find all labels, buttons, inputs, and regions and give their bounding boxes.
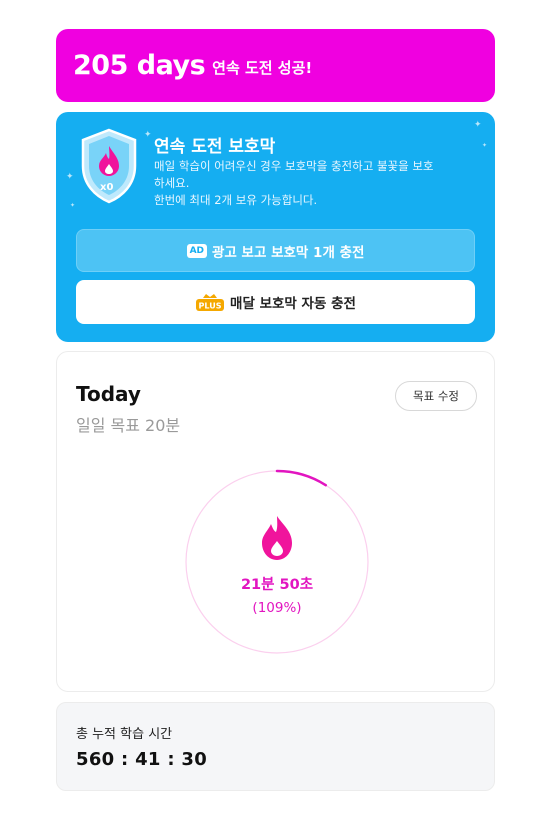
plus-badge-text: PLUS	[199, 302, 222, 311]
studied-time: 21분 50초	[240, 577, 314, 593]
goal-percent: (109%)	[252, 600, 302, 616]
today-card: Today 일일 목표 20분 목표 수정 21분 50초 (109%)	[56, 351, 495, 692]
progress-ring	[185, 469, 369, 654]
shield-title: 연속 도전 보호막	[154, 137, 276, 157]
sparkle-icon: ✦	[70, 202, 76, 209]
flame-icon	[262, 516, 292, 560]
shield-desc-line: 한번에 최대 2개 보유 가능합니다.	[154, 193, 318, 207]
sparkle-icon: ✦	[144, 130, 152, 140]
today-title: Today	[76, 382, 141, 406]
plus-crown-icon: PLUS	[196, 294, 225, 311]
daily-goal: 일일 목표 20분	[76, 416, 181, 435]
sparkle-icon: ✦	[474, 120, 482, 130]
shield-card: ✦ ✦ ✦ ✦ ✦ x0 연속 도전 보호막 매일 학습이 어려우신 경우 보호…	[56, 112, 495, 342]
shield-count: x0	[100, 182, 114, 193]
shield-desc-line: 매일 학습이 어려우신 경우 보호막을 충전하고 불꽃을 보호	[154, 159, 434, 173]
shield-description: 매일 학습이 어려우신 경우 보호막을 충전하고 불꽃을 보호 하세요. 한번에…	[154, 158, 474, 209]
streak-text: 연속 도전 성공!	[212, 59, 313, 77]
streak-banner: 205 days 연속 도전 성공!	[56, 29, 495, 102]
total-study-label: 총 누적 학습 시간	[76, 727, 173, 742]
sparkle-icon: ✦	[482, 142, 488, 149]
streak-days: 205 days	[73, 50, 206, 81]
sparkle-icon: ✦	[66, 172, 74, 182]
progress-ring-overflow-arc	[275, 469, 328, 487]
monthly-auto-charge-button[interactable]: PLUS 매달 보호막 자동 충전	[76, 280, 475, 324]
edit-goal-button[interactable]: 목표 수정	[395, 381, 477, 411]
shield-desc-line: 하세요.	[154, 176, 190, 190]
total-study-value: 560 : 41 : 30	[76, 749, 208, 770]
ad-badge: AD	[186, 243, 208, 258]
watch-ad-charge-button[interactable]: AD 광고 보고 보호막 1개 충전	[76, 229, 475, 272]
monthly-auto-charge-label: 매달 보호막 자동 충전	[230, 296, 356, 312]
watch-ad-charge-label: 광고 보고 보호막 1개 충전	[212, 244, 365, 261]
progress-ring-track	[185, 470, 369, 654]
total-study-card: 총 누적 학습 시간 560 : 41 : 30	[56, 702, 495, 791]
